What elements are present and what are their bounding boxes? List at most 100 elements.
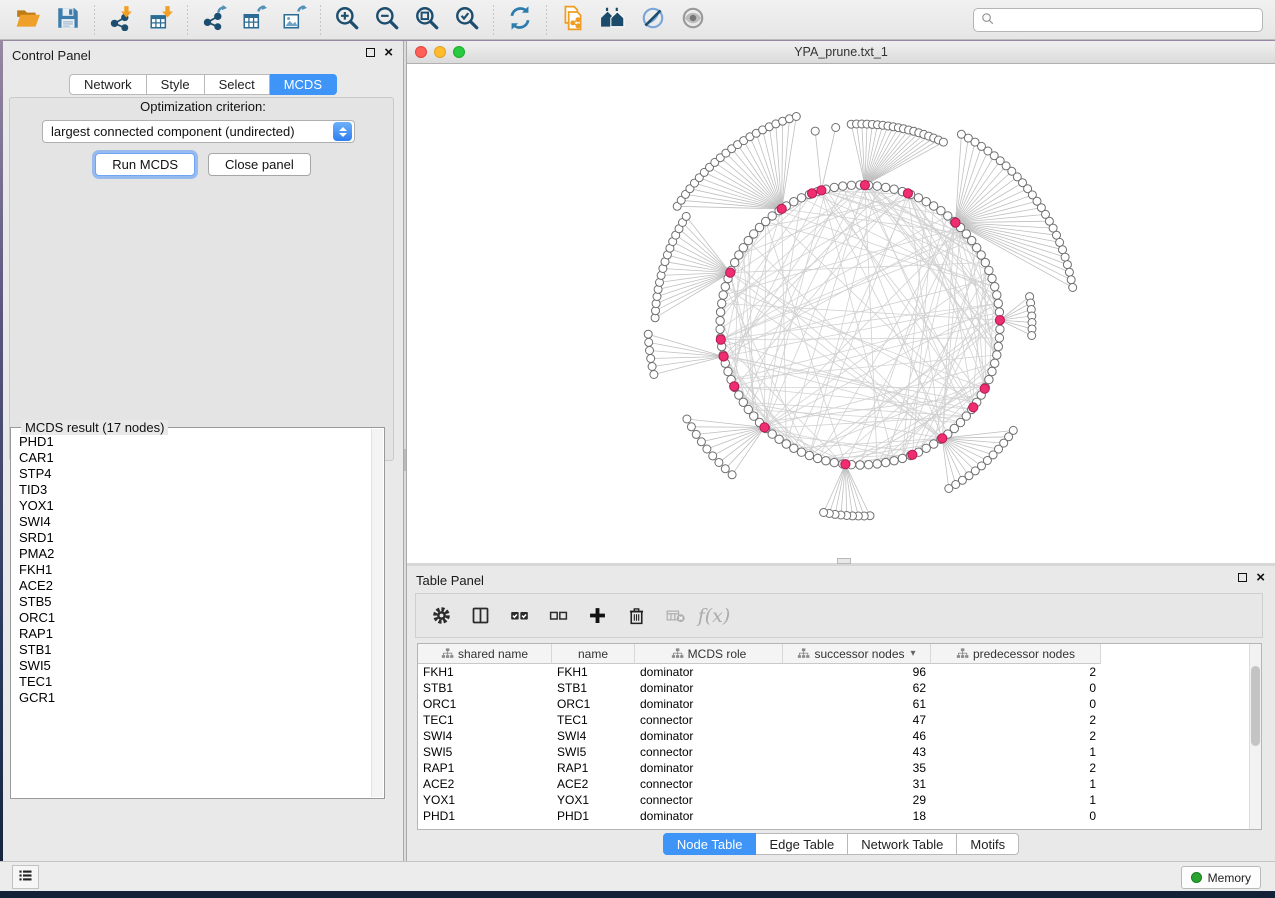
export-image-button[interactable] [274,3,314,37]
mcds-result-item[interactable]: PMA2 [19,546,370,562]
network-window-titlebar[interactable]: YPA_prune.txt_1 [407,41,1275,64]
table-cell: 62 [783,680,931,696]
zoom-out-button[interactable] [367,3,407,37]
table-cell: 2 [931,664,1101,680]
zoom-selected-button[interactable] [447,3,487,37]
close-icon[interactable]: × [384,47,393,58]
float-window-icon[interactable] [366,48,375,57]
table-row[interactable]: RAP1RAP1dominator352 [418,760,1261,776]
mcds-result-item[interactable]: GCR1 [19,690,370,706]
table-cell: dominator [635,760,783,776]
tab-style[interactable]: Style [147,74,205,95]
show-columns-button[interactable] [469,605,491,627]
tab-select[interactable]: Select [205,74,270,95]
table-cell: 2 [931,760,1101,776]
deselect-all-button[interactable] [547,605,569,627]
mcds-result-item[interactable]: RAP1 [19,626,370,642]
open-file-button[interactable] [8,3,48,37]
network-overview-button[interactable] [553,3,593,37]
float-window-icon[interactable] [1238,573,1247,582]
zoom-in-button[interactable] [327,3,367,37]
export-network-button[interactable] [194,3,234,37]
mcds-result-item[interactable]: YOX1 [19,498,370,514]
tab-motifs[interactable]: Motifs [957,833,1019,855]
table-row[interactable]: SWI4SWI4dominator462 [418,728,1261,744]
column-header-predecessor-nodes[interactable]: predecessor nodes [931,644,1101,664]
table-row[interactable]: YOX1YOX1connector291 [418,792,1261,808]
table-scrollbar-thumb[interactable] [1251,666,1260,746]
mcds-result-item[interactable]: TID3 [19,482,370,498]
export-table-button[interactable] [234,3,274,37]
show-all-networks-button[interactable] [593,3,633,37]
tab-mcds[interactable]: MCDS [270,74,337,95]
close-icon[interactable]: × [1256,572,1265,583]
mcds-result-item[interactable]: ACE2 [19,578,370,594]
table-row[interactable]: TEC1TEC1connector472 [418,712,1261,728]
table-toolbar: f(x) [415,593,1263,638]
table-row[interactable]: FKH1FKH1dominator962 [418,664,1261,680]
table-header-row: shared name name MCDS rolesuccessor nodes▾… [418,644,1261,664]
table-row[interactable]: STB1STB1dominator620 [418,680,1261,696]
table-cell: ORC1 [418,696,552,712]
show-graphics-details-button[interactable] [673,3,713,37]
table-row[interactable]: PHD1PHD1dominator180 [418,808,1261,824]
run-mcds-button[interactable]: Run MCDS [95,153,195,176]
table-cell: ORC1 [552,696,635,712]
table-cell: connector [635,792,783,808]
save-session-button[interactable] [48,3,88,37]
mcds-result-item[interactable]: CAR1 [19,450,370,466]
table-cell: SWI4 [552,728,635,744]
documents-share-icon [560,5,586,34]
column-header-shared-name[interactable]: shared name [418,644,552,664]
table-settings-button[interactable] [430,605,452,627]
mcds-result-item[interactable]: FKH1 [19,562,370,578]
tab-node-table[interactable]: Node Table [663,833,757,855]
table-row[interactable]: SWI5SWI5connector431 [418,744,1261,760]
network-canvas[interactable] [407,64,1275,563]
memory-button[interactable]: Memory [1181,866,1261,889]
table-row[interactable]: ACE2ACE2connector311 [418,776,1261,792]
mcds-result-item[interactable]: PHD1 [19,434,370,450]
toolbar-separator [94,5,95,35]
mcds-result-item[interactable]: SWI4 [19,514,370,530]
mcds-result-item[interactable]: STB1 [19,642,370,658]
table-cell: connector [635,776,783,792]
criterion-select[interactable]: largest connected component (undirected) [42,120,355,143]
mcds-result-item[interactable]: SWI5 [19,658,370,674]
close-panel-button[interactable]: Close panel [208,153,311,176]
search-input[interactable] [999,13,1256,27]
table-cell: 46 [783,728,931,744]
apply-layout-button[interactable] [500,3,540,37]
column-header-MCDS-role[interactable]: MCDS role [635,644,783,664]
mcds-result-item[interactable]: TEC1 [19,674,370,690]
table-scrollbar[interactable] [1249,644,1261,829]
mcds-result-item[interactable]: STP4 [19,466,370,482]
column-header-name[interactable]: name [552,644,635,664]
delete-columns-button[interactable] [625,605,647,627]
import-network-button[interactable] [101,3,141,37]
mcds-result-scrollbar[interactable] [371,429,383,797]
network-graph[interactable] [407,64,1275,563]
tab-edge-table[interactable]: Edge Table [756,833,848,855]
select-all-button[interactable] [508,605,530,627]
create-column-button[interactable] [586,605,608,627]
control-panel-tabs: NetworkStyleSelectMCDS [3,74,403,95]
tab-network-table[interactable]: Network Table [848,833,957,855]
table-row[interactable]: ORC1ORC1dominator610 [418,696,1261,712]
column-header-successor-nodes[interactable]: successor nodes▾ [783,644,931,664]
mcds-result-item[interactable]: ORC1 [19,610,370,626]
import-table-button[interactable] [141,3,181,37]
column-label: name [578,647,608,661]
table-cell: 43 [783,744,931,760]
hide-graphics-details-button[interactable] [633,3,673,37]
table-cell: FKH1 [418,664,552,680]
table-cell: 1 [931,792,1101,808]
table-cell: 0 [931,680,1101,696]
zoom-fit-button[interactable] [407,3,447,37]
table-cell: dominator [635,664,783,680]
show-panels-button[interactable] [12,865,39,889]
mcds-result-item[interactable]: STB5 [19,594,370,610]
mcds-result-item[interactable]: SRD1 [19,530,370,546]
tab-network[interactable]: Network [69,74,147,95]
table-panel-header: Table Panel × [407,566,1275,592]
